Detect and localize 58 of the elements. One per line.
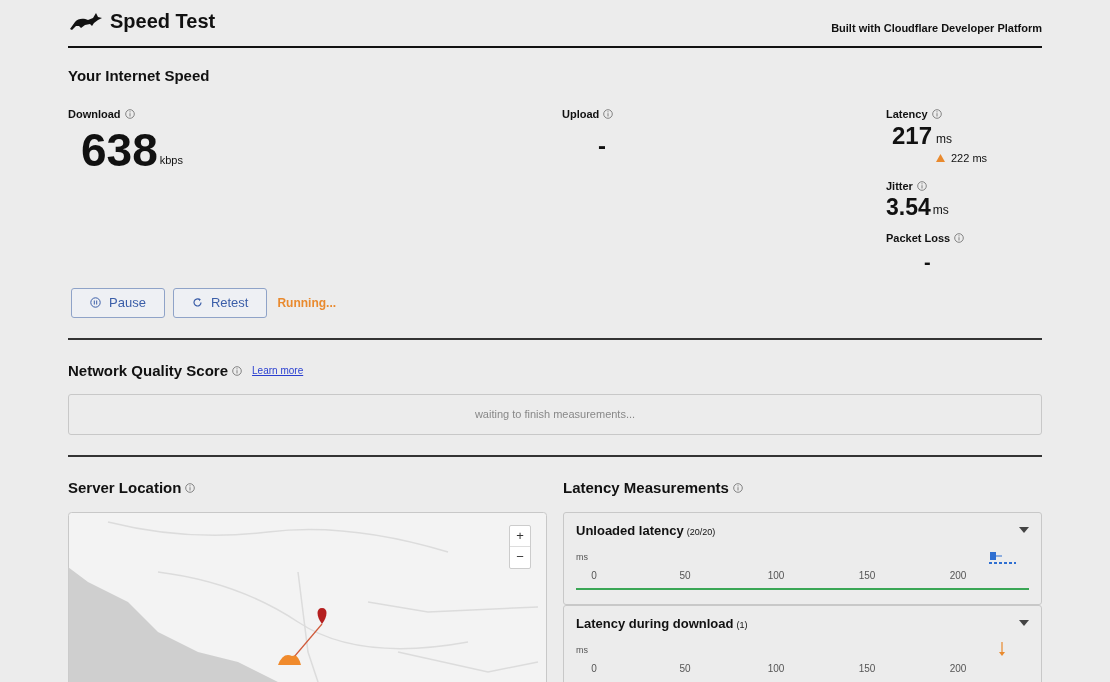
caret-icon[interactable] <box>1019 527 1029 534</box>
unit-text: ms <box>936 131 953 148</box>
info-icon[interactable] <box>185 483 196 494</box>
axis-label: 50 <box>679 661 691 676</box>
metric-label: Download <box>68 106 121 122</box>
count-text: (1) <box>736 618 748 632</box>
axis-label: 200 <box>949 661 967 676</box>
info-icon[interactable] <box>916 180 927 191</box>
jitter-value: 3.54 <box>886 194 931 220</box>
status-text: Running... <box>277 294 337 312</box>
unit-text: kbps <box>159 152 183 168</box>
metric-label: Upload <box>562 106 600 122</box>
section-heading: Your Internet Speed <box>68 66 211 86</box>
section-heading: Network Quality Score <box>68 360 229 381</box>
axis-label: 0 <box>591 568 597 583</box>
axis-label: 0 <box>591 661 597 676</box>
info-icon[interactable] <box>732 483 743 494</box>
info-icon[interactable] <box>603 108 614 119</box>
zoom-in-button[interactable]: + <box>510 525 530 547</box>
section-heading: Server Location <box>68 478 182 498</box>
info-icon[interactable] <box>232 365 243 376</box>
axis-label: 200 <box>949 568 967 583</box>
axis-label: 50 <box>679 568 691 583</box>
zoom-out-button[interactable]: − <box>510 546 530 568</box>
axis-label: 150 <box>858 661 876 676</box>
unit-text: ms <box>576 551 588 564</box>
pause-button[interactable]: Pause <box>71 287 165 318</box>
credit-text: Built with Cloudflare Developer Platform <box>831 20 1042 36</box>
card-title: Latency during download <box>576 614 734 633</box>
info-icon[interactable] <box>124 108 135 119</box>
app-title: Speed Test <box>110 9 216 34</box>
pause-icon <box>90 297 101 308</box>
download-value: 638 <box>81 124 158 176</box>
arrow-down-icon <box>999 641 1005 656</box>
loaded-latency-text: 222 ms <box>951 151 988 166</box>
section-heading: Latency Measurements <box>563 478 729 498</box>
unit-text: ms <box>576 644 588 657</box>
info-icon[interactable] <box>931 108 942 119</box>
info-icon[interactable] <box>954 233 965 244</box>
unit-text: ms <box>932 202 949 219</box>
count-text: (20/20) <box>686 525 716 539</box>
retest-button[interactable]: Retest <box>172 287 268 318</box>
card-title: Unloaded latency <box>576 521 684 540</box>
axis-label: 100 <box>767 661 785 676</box>
warning-icon <box>936 154 945 163</box>
metric-label: Latency <box>886 106 928 122</box>
caret-icon[interactable] <box>1019 620 1029 627</box>
waiting-text: waiting to finish measurements... <box>474 407 636 423</box>
axis-label: 100 <box>767 568 785 583</box>
box-plot-drawing <box>989 550 1017 565</box>
upload-value: - <box>598 131 606 161</box>
refresh-icon <box>191 297 203 308</box>
packet-loss-value: - <box>924 249 931 275</box>
metric-label: Jitter <box>886 178 913 194</box>
metric-label: Packet Loss <box>886 231 951 246</box>
axis-label: 150 <box>858 568 876 583</box>
learn-more-link[interactable]: Learn more <box>252 363 304 379</box>
latency-value: 217 <box>892 122 933 150</box>
